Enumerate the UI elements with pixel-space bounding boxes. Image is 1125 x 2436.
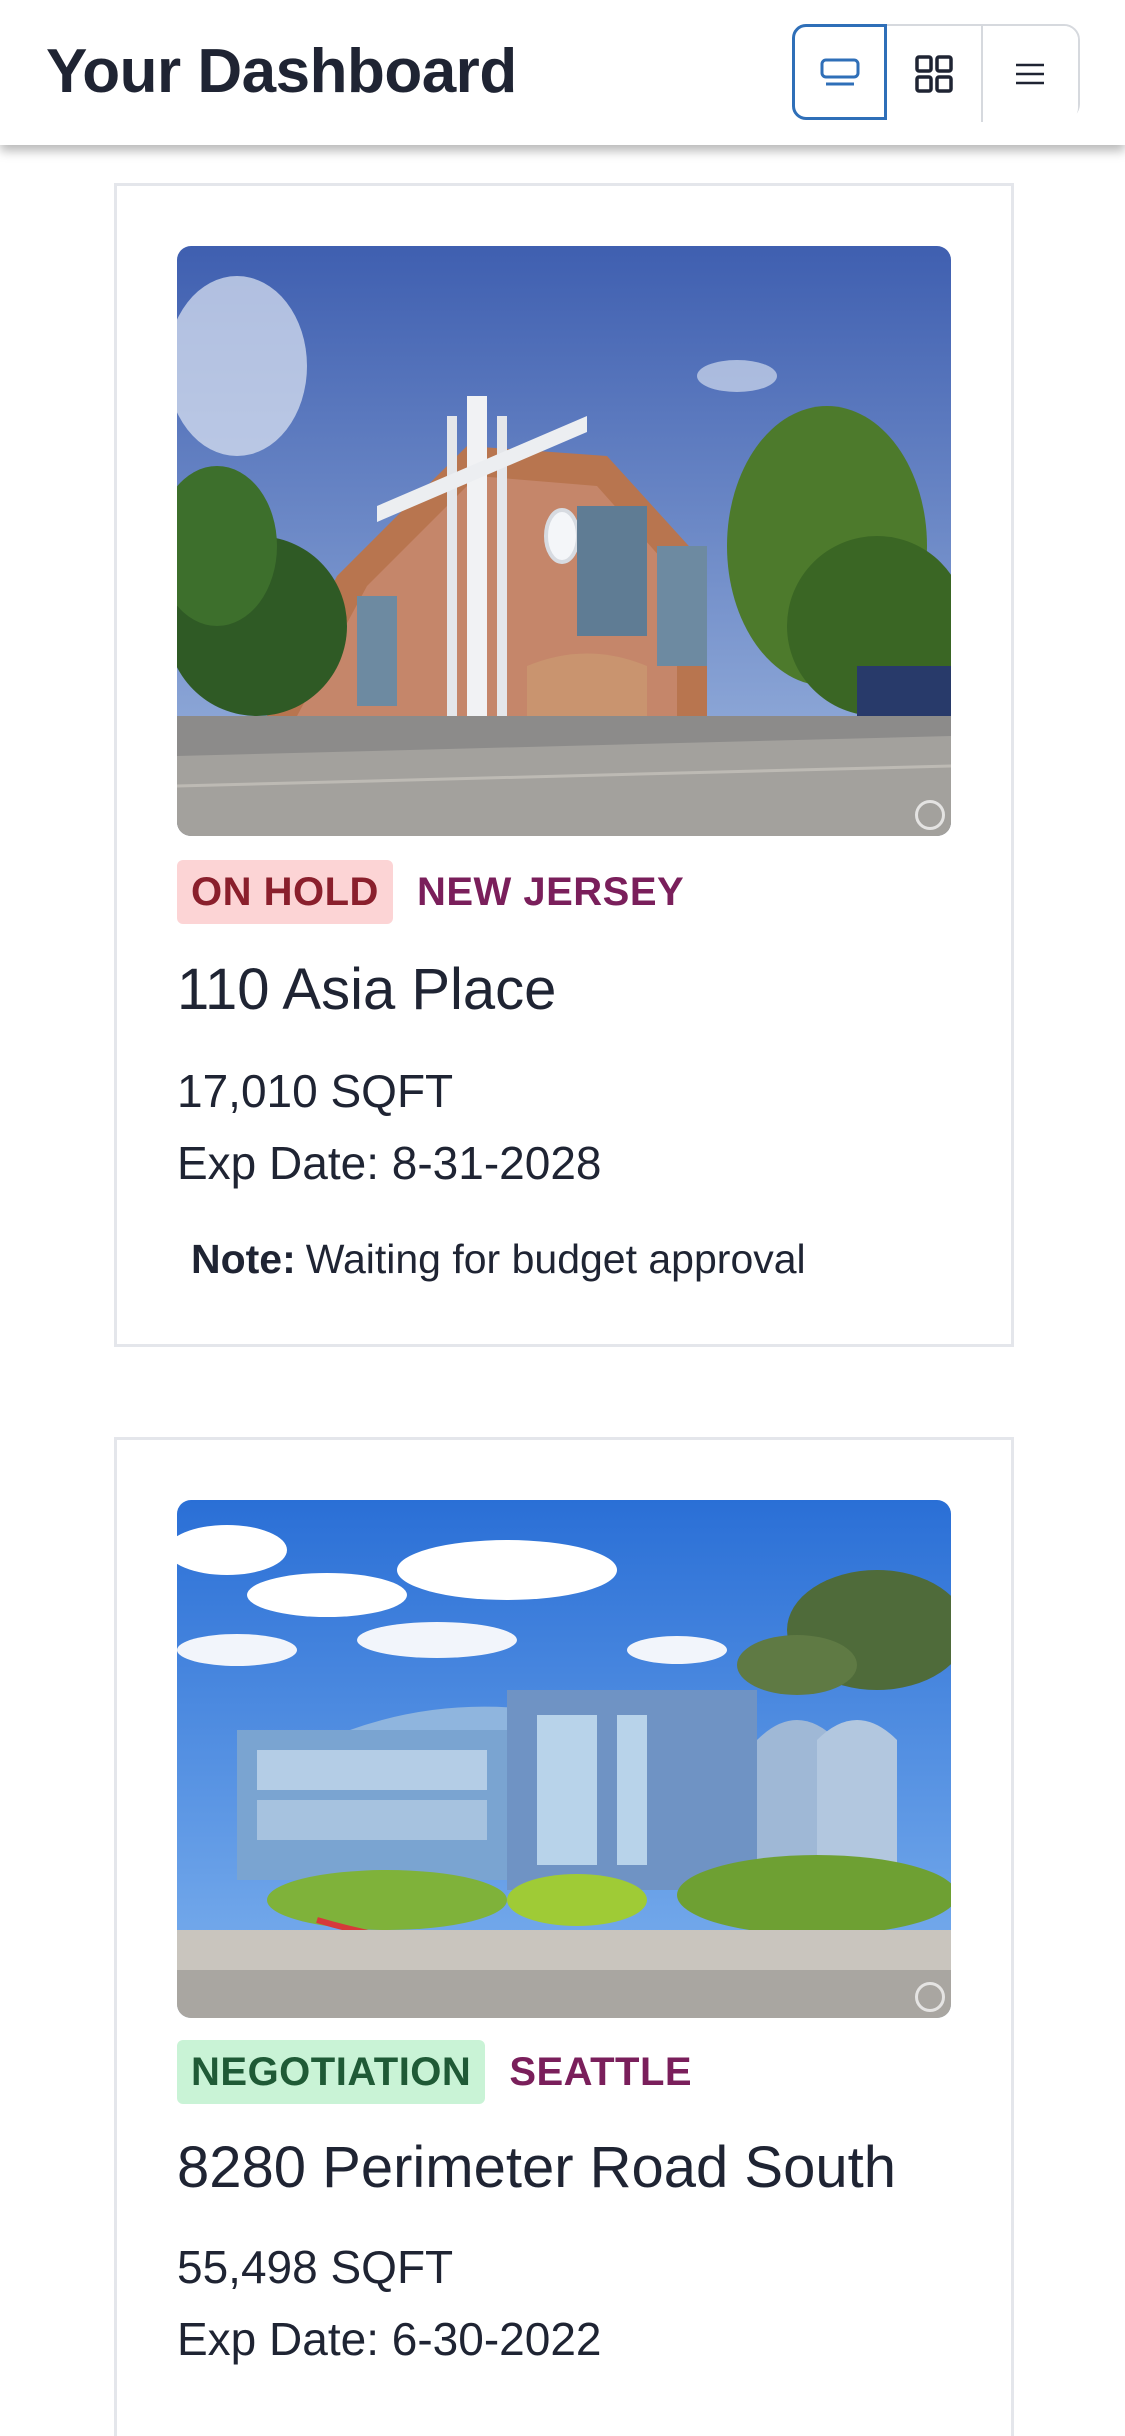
- status-badge: NEGOTIATION: [177, 2040, 486, 2104]
- property-photo: [177, 1500, 951, 2018]
- view-toggle-group: [792, 24, 1080, 122]
- tag-row: ON HOLD NEW JERSEY: [177, 860, 684, 924]
- property-name[interactable]: 110 Asia Place: [177, 956, 556, 1023]
- list-view-button[interactable]: [982, 26, 1078, 122]
- grid-view-icon: [915, 55, 953, 93]
- list-view-icon: [1016, 63, 1045, 85]
- property-exp-date: Exp Date: 6-30-2022: [177, 2313, 602, 2365]
- photo-badge-icon: [915, 1982, 945, 2012]
- photo-badge-icon: [915, 800, 945, 830]
- status-badge: ON HOLD: [177, 860, 393, 924]
- app-header: Your Dashboard: [0, 0, 1125, 145]
- property-name[interactable]: 8280 Perimeter Road South: [177, 2134, 896, 2201]
- note-label: Note:: [191, 1236, 296, 1282]
- property-exp-date: Exp Date: 8-31-2028: [177, 1137, 602, 1189]
- property-sqft: 55,498 SQFT: [177, 2241, 454, 2293]
- property-note: Note: Waiting for budget approval: [191, 1236, 806, 1283]
- location-tag: SEATTLE: [509, 2049, 693, 2094]
- property-photo: [177, 246, 951, 836]
- property-card[interactable]: NEGOTIATION SEATTLE 8280 Perimeter Road …: [114, 1437, 1014, 2436]
- property-card[interactable]: ON HOLD NEW JERSEY 110 Asia Place 17,010…: [114, 183, 1014, 1347]
- card-view-icon: [820, 58, 860, 86]
- card-view-button[interactable]: [792, 24, 888, 120]
- page-title: Your Dashboard: [46, 37, 517, 106]
- grid-view-button[interactable]: [887, 26, 983, 122]
- property-sqft: 17,010 SQFT: [177, 1065, 454, 1117]
- tag-row: NEGOTIATION SEATTLE: [177, 2040, 692, 2104]
- location-tag: NEW JERSEY: [416, 869, 685, 914]
- note-text: Waiting for budget approval: [305, 1236, 806, 1282]
